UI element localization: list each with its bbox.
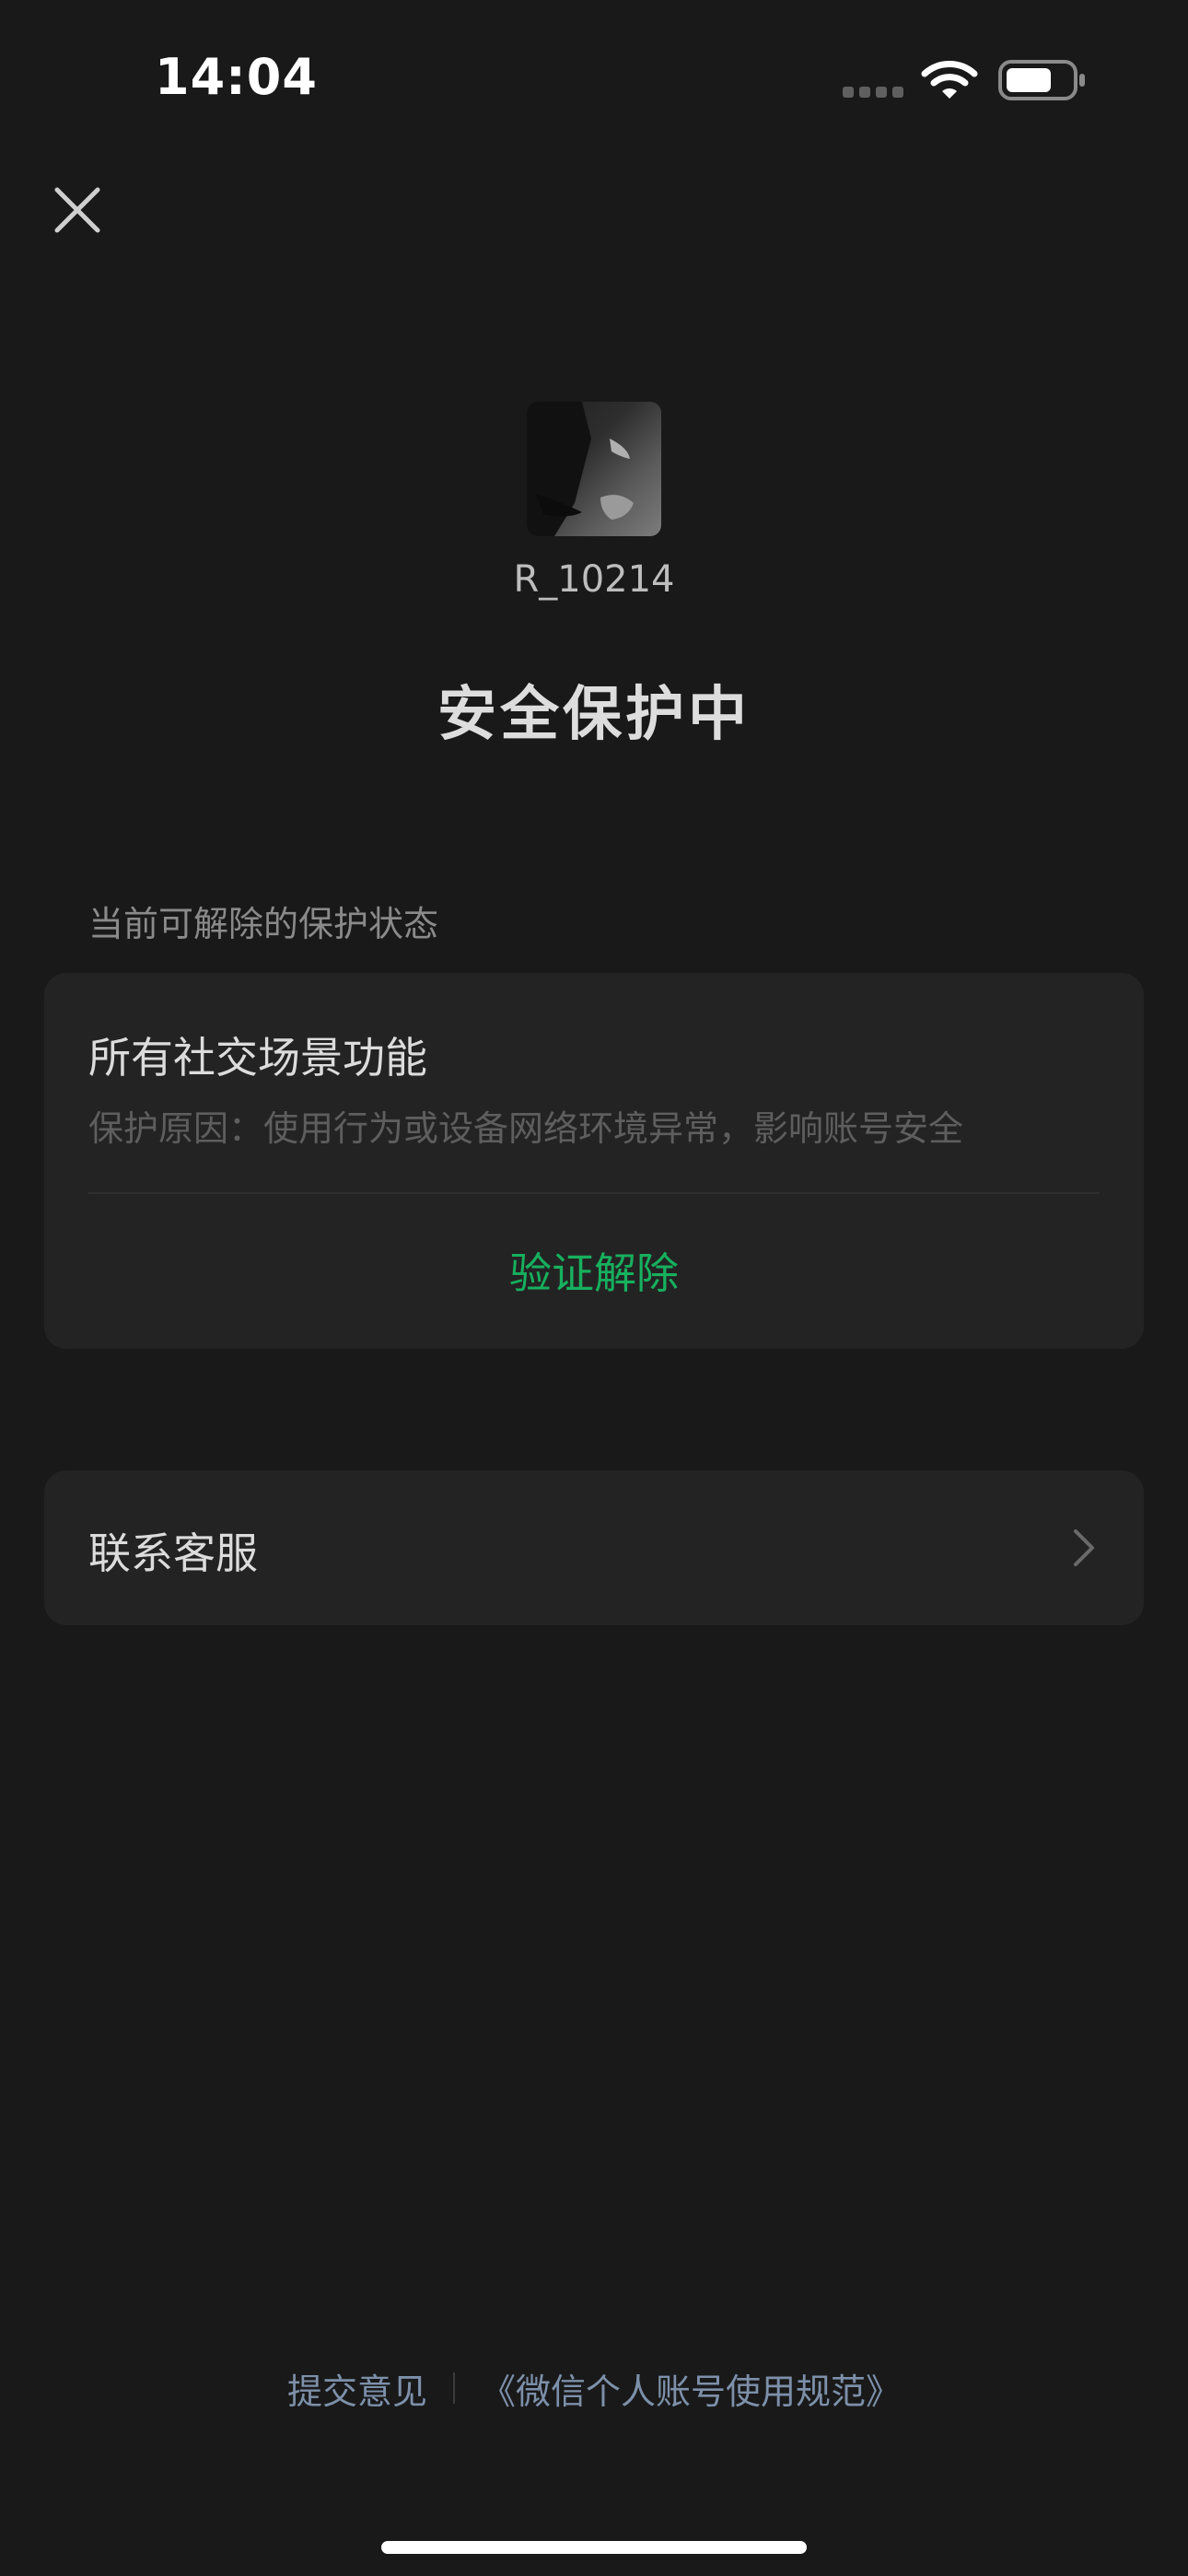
page-title: 安全保护中 [437, 681, 751, 749]
avatar[interactable] [527, 402, 661, 536]
close-icon[interactable] [48, 181, 107, 240]
protection-card: 所有社交场景功能 保护原因：使用行为或设备网络环境异常，影响账号安全 验证解除 [44, 973, 1144, 1349]
cellular-signal-icon [843, 87, 907, 98]
verify-unlock-button[interactable]: 验证解除 [44, 1192, 1144, 1349]
section-label: 当前可解除的保护状态 [88, 904, 439, 944]
home-indicator[interactable] [381, 2541, 807, 2554]
contact-support-label: 联系客服 [88, 1528, 258, 1578]
status-time: 14:04 [155, 48, 318, 106]
status-bar: 14:04 [0, 0, 1188, 138]
feedback-link[interactable]: 提交意见 [287, 2363, 427, 2414]
feature-title: 所有社交场景功能 [88, 1033, 427, 1083]
wifi-icon [921, 61, 978, 99]
footer-links: 提交意见 《微信个人账号使用规范》 [0, 2360, 1188, 2416]
footer-separator [453, 2372, 455, 2404]
contact-support-row[interactable]: 联系客服 [44, 1470, 1144, 1625]
policy-link[interactable]: 《微信个人账号使用规范》 [481, 2363, 901, 2414]
chevron-right-icon [1074, 1529, 1094, 1566]
username: R_10214 [513, 558, 675, 601]
battery-icon [998, 60, 1085, 100]
protection-reason: 保护原因：使用行为或设备网络环境异常，影响账号安全 [88, 1108, 964, 1149]
